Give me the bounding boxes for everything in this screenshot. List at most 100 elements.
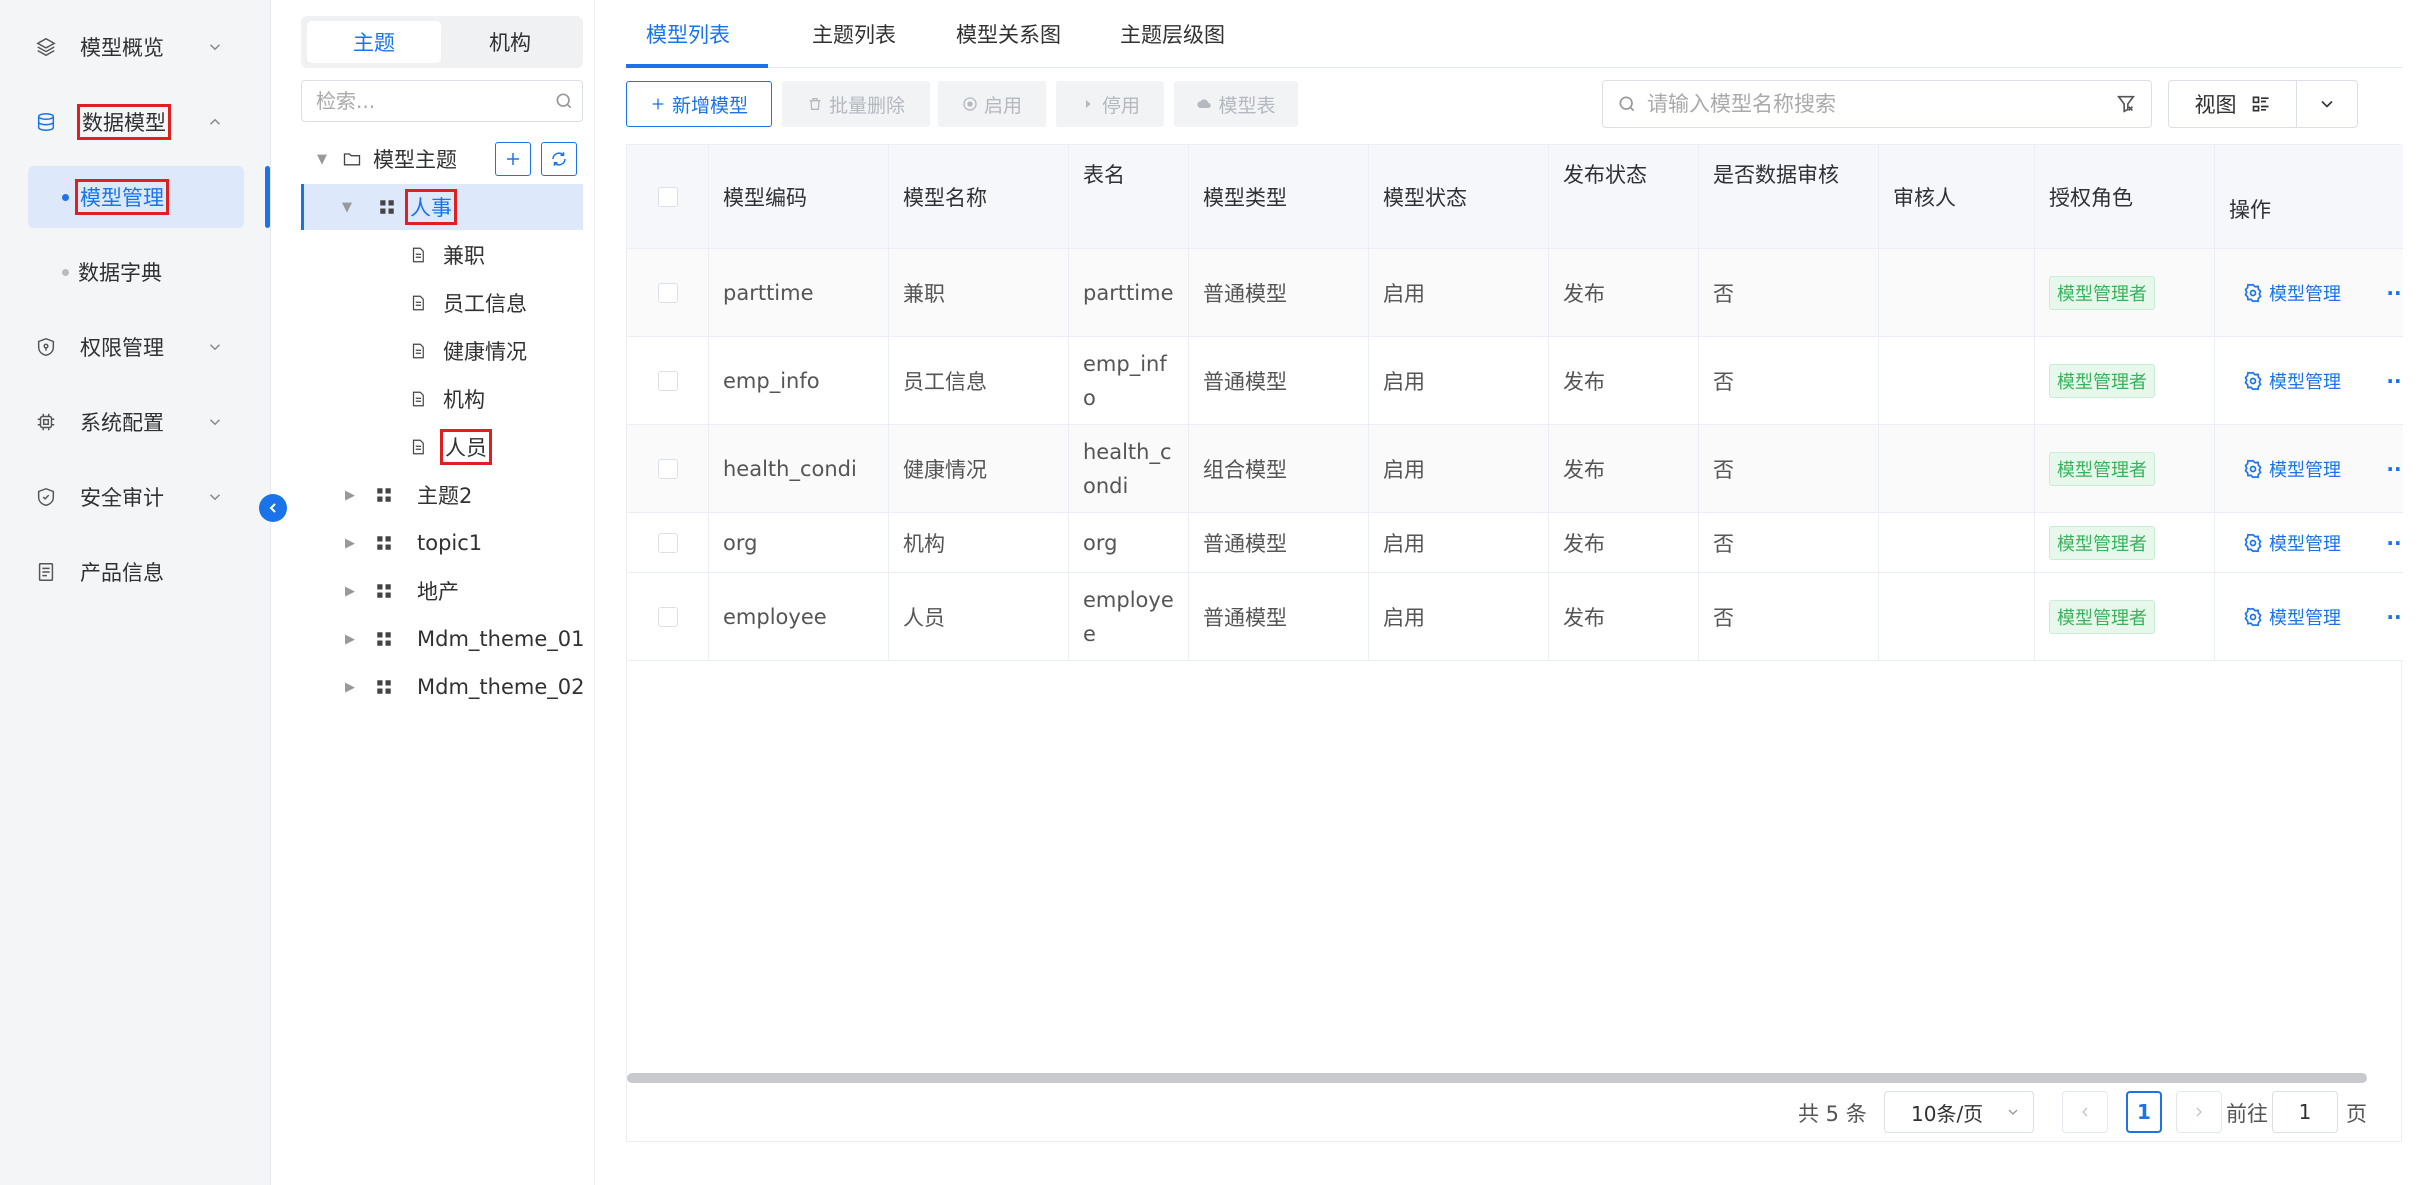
document-icon — [407, 292, 429, 314]
plus-icon — [507, 153, 519, 165]
cell-type: 组合模型 — [1189, 425, 1369, 512]
model-manage-link[interactable]: 模型管理 — [2243, 280, 2341, 306]
tree-panel: 主题 机构 ▼ 模型主题 ▼ 人事 兼职 员工信息 健康情况 机构 — [289, 0, 595, 1185]
more-actions[interactable]: ·· — [2385, 531, 2403, 555]
table-row[interactable]: org 机构 org 普通模型 启用 发布 否 模型管理者 模型管理 ·· — [627, 513, 2403, 573]
cell-name: 人员 — [889, 573, 1069, 660]
database-icon — [34, 110, 58, 134]
batch-delete-button[interactable]: 批量删除 — [782, 81, 930, 127]
tree-node-employee[interactable]: 人员 — [289, 424, 595, 470]
caret-right-icon — [1085, 100, 1091, 108]
model-table-button[interactable]: 模型表 — [1174, 81, 1298, 127]
view-dropdown[interactable] — [2297, 81, 2357, 127]
nav-item-permission[interactable]: 权限管理 — [0, 317, 271, 377]
tree-search-input[interactable] — [302, 81, 532, 121]
more-actions[interactable]: ·· — [2385, 605, 2403, 629]
nav-item-security-audit[interactable]: 安全审计 — [0, 467, 271, 527]
tree-segment-control: 主题 机构 — [301, 16, 583, 68]
next-page-button[interactable] — [2176, 1091, 2222, 1133]
cell-operation: 模型管理 ·· — [2215, 425, 2403, 512]
cell-code: org — [709, 513, 889, 572]
row-checkbox[interactable] — [657, 370, 678, 391]
add-topic-button[interactable] — [495, 142, 531, 176]
tree-node-label: 人事 — [405, 189, 457, 225]
row-checkbox[interactable] — [657, 532, 678, 553]
table-row[interactable]: emp_info 员工信息 emp_info 普通模型 启用 发布 否 模型管理… — [627, 337, 2403, 425]
tab-topic-list[interactable]: 主题列表 — [812, 0, 896, 68]
select-all-checkbox[interactable] — [657, 187, 678, 207]
disable-button[interactable]: 停用 — [1056, 81, 1164, 127]
row-checkbox[interactable] — [657, 282, 678, 303]
page-button-current[interactable]: 1 — [2126, 1091, 2162, 1133]
tree-node-mdm-02[interactable]: ▶ Mdm_theme_02 — [289, 664, 595, 710]
caret-down-icon: ▼ — [342, 199, 352, 215]
more-actions[interactable]: ·· — [2385, 457, 2403, 481]
tree-node-org[interactable]: 机构 — [289, 376, 595, 422]
role-tag: 模型管理者 — [2049, 451, 2155, 486]
view-button[interactable]: 视图 — [2169, 81, 2297, 127]
cell-type: 普通模型 — [1189, 249, 1369, 336]
table-row[interactable]: parttime 兼职 parttime 普通模型 启用 发布 否 模型管理者 … — [627, 249, 2403, 337]
tree-node-health[interactable]: 健康情况 — [289, 328, 595, 374]
document-icon — [407, 388, 429, 410]
tab-model-list[interactable]: 模型列表 — [646, 0, 730, 68]
column-header: 发布状态 — [1549, 145, 1699, 249]
tree-node-label: topic1 — [417, 531, 483, 555]
nav-item-data-model[interactable]: 数据模型 — [0, 92, 271, 152]
nav-item-model-overview[interactable]: 模型概览 — [0, 17, 271, 77]
tab-topic-hierarchy[interactable]: 主题层级图 — [1120, 0, 1225, 68]
tab-bar: 模型列表 主题列表 模型关系图 主题层级图 — [626, 0, 2402, 68]
caret-right-icon: ▶ — [345, 487, 355, 503]
chevron-left-icon — [269, 503, 276, 513]
tree-node-label: 兼职 — [443, 244, 485, 268]
shield-icon — [34, 335, 58, 359]
chevron-down-icon — [2321, 100, 2333, 108]
nav-sub-model-management[interactable]: 模型管理 — [28, 166, 244, 228]
model-manage-link[interactable]: 模型管理 — [2243, 456, 2341, 482]
cell-status: 启用 — [1369, 337, 1549, 424]
nav-label: 模型概览 — [80, 36, 164, 60]
filter-icon[interactable] — [2115, 93, 2137, 115]
cell-name: 员工信息 — [889, 337, 1069, 424]
model-manage-link[interactable]: 模型管理 — [2243, 368, 2341, 394]
tree-node-emp-info[interactable]: 员工信息 — [289, 280, 595, 326]
tree-node-personnel[interactable]: ▼ 人事 — [301, 184, 583, 230]
collapse-sidebar-button[interactable] — [259, 494, 287, 522]
goto-page-input[interactable] — [2272, 1091, 2338, 1133]
prev-page-button[interactable] — [2062, 1091, 2108, 1133]
table-row[interactable]: health_condi 健康情况 health_condi 组合模型 启用 发… — [627, 425, 2403, 513]
enable-button[interactable]: 启用 — [938, 81, 1046, 127]
nav-item-product-info[interactable]: 产品信息 — [0, 542, 271, 602]
nav-label: 系统配置 — [80, 411, 164, 435]
segment-org[interactable]: 机构 — [443, 21, 577, 63]
tree-node-real-estate[interactable]: ▶ 地产 — [289, 568, 595, 614]
cell-audit: 否 — [1699, 337, 1879, 424]
tree-node-parttime[interactable]: 兼职 — [289, 232, 595, 278]
nav-label: 权限管理 — [80, 336, 164, 360]
model-manage-link[interactable]: 模型管理 — [2243, 604, 2341, 630]
cell-role: 模型管理者 — [2035, 337, 2215, 424]
model-manage-link[interactable]: 模型管理 — [2243, 530, 2341, 556]
horizontal-scrollbar[interactable] — [627, 1073, 2367, 1083]
cell-operation: 模型管理 ·· — [2215, 249, 2403, 336]
nav-item-system-config[interactable]: 系统配置 — [0, 392, 271, 452]
refresh-tree-button[interactable] — [541, 142, 577, 176]
nav-sub-data-dictionary[interactable]: 数据字典 — [28, 241, 244, 303]
add-model-button[interactable]: 新增模型 — [626, 81, 772, 127]
model-search-input[interactable] — [1647, 81, 2087, 127]
more-actions[interactable]: ·· — [2385, 281, 2403, 305]
row-checkbox[interactable] — [657, 606, 678, 627]
tree-node-mdm-01[interactable]: ▶ Mdm_theme_01 — [289, 616, 595, 662]
page-size-select[interactable]: 10条/页 — [1884, 1091, 2034, 1133]
row-checkbox[interactable] — [657, 458, 678, 479]
table-row[interactable]: employee 人员 employee 普通模型 启用 发布 否 模型管理者 … — [627, 573, 2403, 661]
tree-node-topic1[interactable]: ▶ topic1 — [289, 520, 595, 566]
chevron-down-icon — [209, 419, 221, 426]
segment-topic[interactable]: 主题 — [307, 21, 441, 63]
button-label: 启用 — [983, 94, 1022, 117]
model-search — [1602, 80, 2152, 128]
more-actions[interactable]: ·· — [2385, 369, 2403, 393]
gear-icon — [2244, 283, 2262, 302]
tab-model-relation[interactable]: 模型关系图 — [956, 0, 1061, 68]
tree-node-topic2[interactable]: ▶ 主题2 — [289, 472, 595, 518]
